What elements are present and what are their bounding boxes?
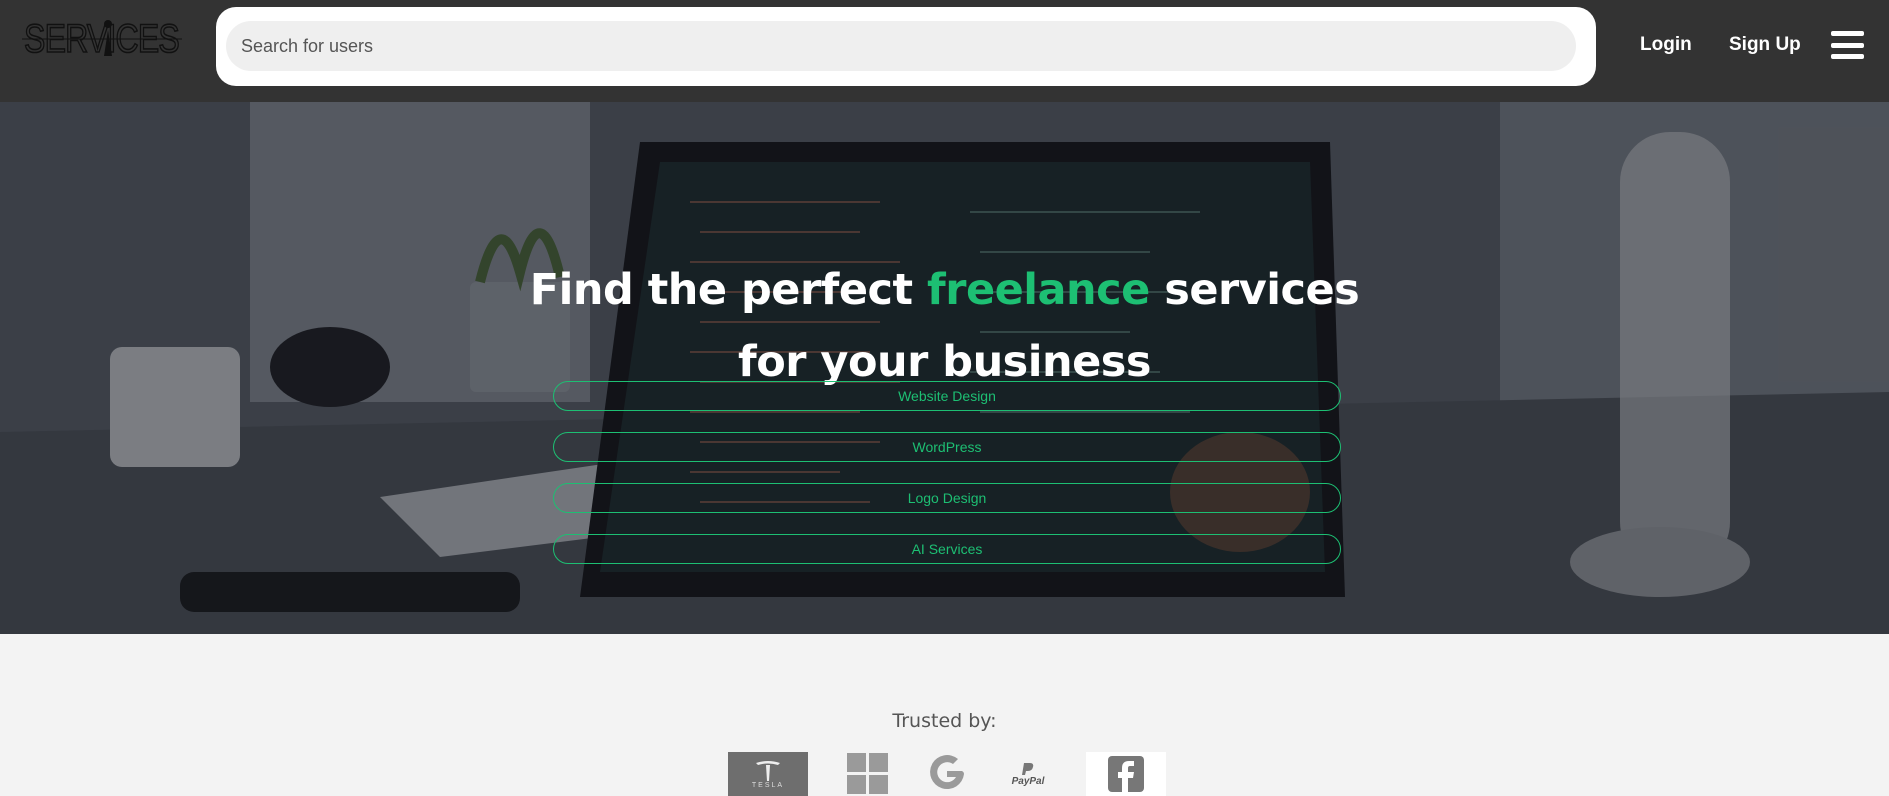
search-container bbox=[216, 7, 1596, 86]
tesla-wordmark: TESLA bbox=[751, 781, 785, 789]
hero-title-line2: for your business bbox=[738, 337, 1151, 387]
tesla-logo-icon: TESLA bbox=[728, 752, 808, 796]
login-link[interactable]: Login bbox=[1640, 34, 1692, 56]
hero-title: Find the perfect freelance services for … bbox=[0, 254, 1889, 398]
menu-bar bbox=[1831, 42, 1864, 48]
search-users-input[interactable] bbox=[226, 21, 1576, 71]
category-wordpress[interactable]: WordPress bbox=[553, 432, 1341, 462]
category-ai-services[interactable]: AI Services bbox=[553, 534, 1341, 564]
hamburger-menu-icon[interactable] bbox=[1831, 31, 1864, 59]
facebook-logo-icon bbox=[1086, 752, 1166, 796]
category-logo-design[interactable]: Logo Design bbox=[553, 483, 1341, 513]
menu-bar bbox=[1831, 54, 1864, 59]
top-navbar: SERVICES Login Sign Up bbox=[0, 0, 1889, 102]
site-logo[interactable]: SERVICES bbox=[22, 14, 182, 64]
windows-logo-icon bbox=[846, 752, 890, 796]
paypal-wordmark: PayPal bbox=[1011, 775, 1045, 787]
hero-banner: Find the perfect freelance services for … bbox=[0, 102, 1889, 634]
hero-title-accent: freelance bbox=[927, 265, 1150, 315]
hero-title-part1: Find the perfect bbox=[529, 265, 928, 315]
tesla-t-icon bbox=[756, 760, 780, 781]
google-logo-icon bbox=[925, 752, 969, 796]
signup-link[interactable]: Sign Up bbox=[1729, 34, 1801, 56]
hero-title-part2: services bbox=[1149, 265, 1360, 315]
trusted-brand-logos: TESLA PayPal bbox=[728, 752, 1168, 796]
paypal-logo-icon: PayPal bbox=[1008, 752, 1048, 796]
services-logo-icon: SERVICES bbox=[22, 16, 182, 62]
trusted-by-label: Trusted by: bbox=[892, 710, 997, 732]
menu-bar bbox=[1831, 31, 1864, 36]
category-list: Website Design WordPress Logo Design AI … bbox=[553, 381, 1341, 585]
category-website-design[interactable]: Website Design bbox=[553, 381, 1341, 411]
